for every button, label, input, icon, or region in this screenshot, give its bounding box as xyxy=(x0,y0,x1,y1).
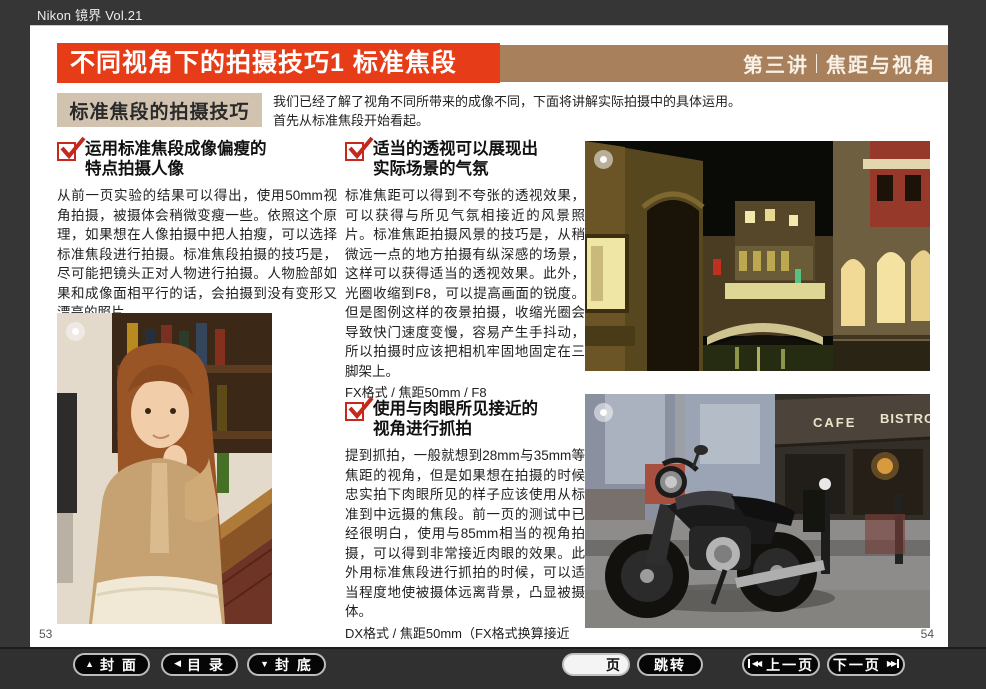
article-body: 从前一页实验的结果可以得出，使用50mm视角拍摄，被摄体会稍微变瘦一些。依照这个… xyxy=(57,186,337,323)
article-snapshot-tip: 使用与肉眼所见接近的 视角进行抓拍 提到抓拍，一般就想到28mm与35mm等焦距… xyxy=(345,399,585,662)
intro-line-2: 首先从标准焦段开始看起。 xyxy=(273,111,753,130)
down-triangle-icon: ▼ xyxy=(260,659,269,669)
jump-button[interactable]: 跳转 xyxy=(637,653,703,676)
page-number-entry[interactable]: 页 xyxy=(562,653,630,676)
cafe-sign-word1: CAFE xyxy=(813,415,856,430)
fast-forward-icon: ▶▶ xyxy=(887,659,899,668)
zoom-watermark-icon xyxy=(66,322,85,341)
cover-button[interactable]: ▲ 封 面 xyxy=(73,653,150,676)
article-heading: 使用与肉眼所见接近的 视角进行抓拍 xyxy=(345,399,585,439)
page-headline-banner: 不同视角下的拍摄技巧1 标准焦段 xyxy=(57,43,500,83)
article-heading: 运用标准焦段成像偏瘦的 特点拍摄人像 xyxy=(57,139,337,179)
magazine-page: 不同视角下的拍摄技巧1 标准焦段 第三讲 焦距与视角 标准焦段的拍摄技巧 我们已… xyxy=(30,25,948,647)
red-checkbox-icon xyxy=(57,142,76,161)
section-label: 标准焦段的拍摄技巧 xyxy=(57,93,262,127)
night-canal-photo[interactable] xyxy=(585,141,930,371)
page-number-left: 53 xyxy=(39,627,52,641)
article-body: 提到抓拍，一般就想到28mm与35mm等焦距的视角，但是如果想在拍摄的时候忠实拍… xyxy=(345,446,585,622)
reader-navbar: ▲ 封 面 ◀ 目 录 ▼ 封 底 页 跳转 ◀◀ 上一页 下一页 ▶▶ xyxy=(0,647,986,689)
next-page-button[interactable]: 下一页 ▶▶ xyxy=(827,653,905,676)
article-perspective-tip: 适当的透视可以展现出 实际场景的气氛 标准焦距可以得到不夸张的透视效果，可以获得… xyxy=(345,139,585,402)
article-heading: 适当的透视可以展现出 实际场景的气氛 xyxy=(345,139,585,179)
chapter-topic: 焦距与视角 xyxy=(826,49,936,78)
article-title: 适当的透视可以展现出 实际场景的气氛 xyxy=(373,139,538,179)
prev-page-button[interactable]: ◀◀ 上一页 xyxy=(742,653,820,676)
zoom-watermark-icon xyxy=(594,150,613,169)
cafe-sign-word2: BISTROT xyxy=(880,411,930,426)
page-unit-label: 页 xyxy=(606,655,620,675)
red-checkbox-icon xyxy=(345,402,364,421)
chapter-banner: 第三讲 焦距与视角 xyxy=(500,45,948,82)
chapter-divider xyxy=(816,54,817,73)
left-triangle-icon: ◀ xyxy=(174,658,181,669)
red-checkbox-icon xyxy=(345,142,364,161)
rewind-icon: ◀◀ xyxy=(748,659,760,668)
portrait-photo[interactable] xyxy=(57,313,272,624)
intro-text: 我们已经了解了视角不同所带来的成像不同，下面将讲解实际拍摄中的具体运用。 首先从… xyxy=(273,92,753,130)
up-triangle-icon: ▲ xyxy=(85,659,94,669)
zoom-watermark-icon xyxy=(594,403,613,422)
motorcycle-photo[interactable]: CAFE BISTROT xyxy=(585,394,930,628)
page-number-input[interactable] xyxy=(574,657,602,672)
article-title: 运用标准焦段成像偏瘦的 特点拍摄人像 xyxy=(85,139,267,179)
ebook-title: Nikon 镜界 Vol.21 xyxy=(37,5,143,24)
page-number-right: 54 xyxy=(921,627,934,641)
toc-button[interactable]: ◀ 目 录 xyxy=(161,653,238,676)
chapter-lecture: 第三讲 xyxy=(743,49,809,78)
back-cover-button[interactable]: ▼ 封 底 xyxy=(247,653,326,676)
article-title: 使用与肉眼所见接近的 视角进行抓拍 xyxy=(373,399,538,439)
intro-line-1: 我们已经了解了视角不同所带来的成像不同，下面将讲解实际拍摄中的具体运用。 xyxy=(273,92,753,111)
article-body: 标准焦距可以得到不夸张的透视效果，可以获得与所见气氛相接近的风景照片。标准焦距拍… xyxy=(345,186,585,381)
